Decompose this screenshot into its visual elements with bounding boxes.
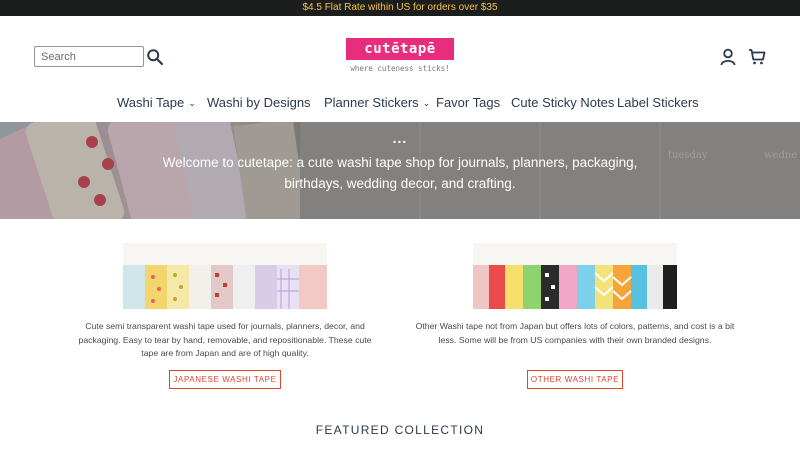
other-washi-tape-image[interactable] — [473, 243, 677, 309]
cart-icon[interactable] — [748, 48, 766, 66]
nav-label: Washi by Designs — [207, 95, 311, 110]
search-input[interactable] — [35, 47, 143, 67]
account-icon[interactable] — [720, 48, 736, 66]
hero-dots: ... — [392, 130, 408, 146]
nav-label: Label Stickers — [617, 95, 699, 110]
nav-label: Planner Stickers — [324, 95, 419, 110]
nav-label: Washi Tape — [117, 95, 185, 110]
logo[interactable]: cutētapē where cuteness sticks! — [344, 38, 456, 76]
announcement-text: $4.5 Flat Rate within US for orders over… — [302, 2, 498, 13]
main-nav: Washi Tape ⌄ Washi by Designs Planner Sti… — [0, 94, 800, 114]
nav-label: Favor Tags — [436, 95, 501, 110]
other-washi-tape-description: Other Washi tape not from Japan but offe… — [415, 321, 735, 345]
nav-label: Cute Sticky Notes — [511, 95, 615, 110]
hero-banner: tuesday wedne ... Welcome to cutetape: a… — [0, 122, 800, 219]
chevron-down-icon: ⌄ — [188, 98, 196, 108]
japanese-washi-tape-button[interactable]: JAPANESE WASHI TAPE — [169, 370, 281, 389]
logo-wordmark: cutētapē — [346, 38, 454, 60]
search-icon[interactable] — [146, 48, 164, 66]
chevron-down-icon: ⌄ — [422, 98, 431, 108]
nav-item-planner-stickers[interactable]: Planner Stickers ⌄ — [324, 94, 430, 113]
japanese-washi-tape-image[interactable] — [123, 243, 327, 309]
featured-collection-heading: FEATURED COLLECTION — [315, 423, 485, 437]
japanese-washi-tape-description: Cute semi transparent washi tape used fo… — [78, 321, 372, 358]
other-washi-tape-button[interactable]: OTHER WASHI TAPE — [527, 370, 623, 389]
nav-item-washi-by-designs[interactable]: Washi by Designs — [207, 94, 311, 112]
search-box[interactable] — [34, 46, 144, 67]
hero-heading: Welcome to cutetape: a cute washi tape s… — [162, 155, 638, 191]
nav-item-label-stickers[interactable]: Label Stickers — [617, 94, 699, 112]
nav-item-washi-tape[interactable]: Washi Tape ⌄ — [117, 94, 196, 113]
logo-tagline: where cuteness sticks! — [350, 64, 450, 73]
nav-item-cute-sticky-notes[interactable]: Cute Sticky Notes — [511, 94, 614, 112]
nav-item-favor-tags[interactable]: Favor Tags — [436, 94, 500, 112]
announcement-bar: $4.5 Flat Rate within US for orders over… — [0, 0, 800, 16]
